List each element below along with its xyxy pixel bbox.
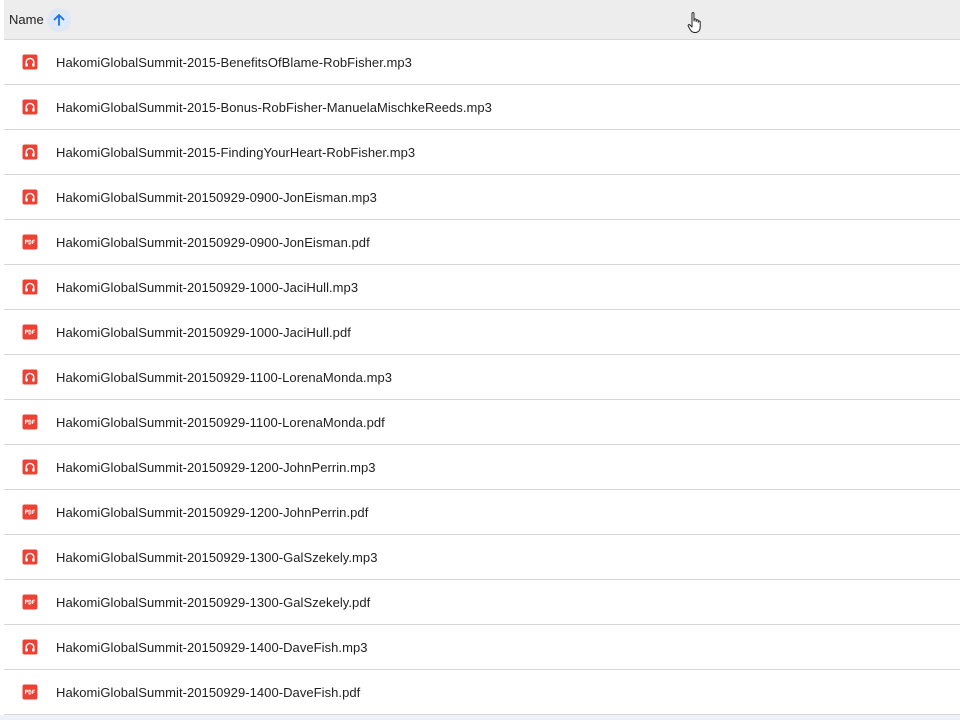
file-name: HakomiGlobalSummit-20150929-1100-LorenaM…	[56, 414, 385, 430]
arrow-up-icon	[53, 13, 65, 26]
audio-file-icon	[22, 549, 38, 565]
bottom-strip	[0, 715, 960, 720]
file-name: HakomiGlobalSummit-2015-FindingYourHeart…	[56, 144, 416, 160]
file-rows: HakomiGlobalSummit-2015-BenefitsOfBlame-…	[4, 40, 960, 715]
file-name: HakomiGlobalSummit-20150929-0900-JonEism…	[56, 234, 370, 250]
pdf-file-icon	[22, 594, 38, 610]
file-name: HakomiGlobalSummit-20150929-1200-JohnPer…	[56, 504, 369, 520]
sort-ascending-button[interactable]	[46, 7, 71, 32]
file-name: HakomiGlobalSummit-20150929-1300-GalSzek…	[56, 549, 378, 565]
list-header: Name	[4, 0, 960, 40]
file-row[interactable]: HakomiGlobalSummit-20150929-1000-JaciHul…	[4, 310, 960, 355]
file-row[interactable]: HakomiGlobalSummit-20150929-1300-GalSzek…	[4, 535, 960, 580]
pdf-file-icon	[22, 234, 38, 250]
file-row[interactable]: HakomiGlobalSummit-20150929-1400-DaveFis…	[4, 625, 960, 670]
file-row[interactable]: HakomiGlobalSummit-2015-BenefitsOfBlame-…	[4, 40, 960, 85]
file-row[interactable]: HakomiGlobalSummit-20150929-0900-JonEism…	[4, 220, 960, 265]
file-name: HakomiGlobalSummit-20150929-1100-LorenaM…	[56, 369, 393, 385]
file-row[interactable]: HakomiGlobalSummit-20150929-1200-JohnPer…	[4, 445, 960, 490]
file-name: HakomiGlobalSummit-20150929-1000-JaciHul…	[56, 324, 351, 340]
file-row[interactable]: HakomiGlobalSummit-2015-FindingYourHeart…	[4, 130, 960, 175]
audio-file-icon	[22, 189, 38, 205]
file-row[interactable]: HakomiGlobalSummit-2015-Bonus-RobFisher-…	[4, 85, 960, 130]
audio-file-icon	[22, 369, 38, 385]
file-name: HakomiGlobalSummit-20150929-1400-DaveFis…	[56, 639, 368, 655]
pdf-file-icon	[22, 324, 38, 340]
file-name: HakomiGlobalSummit-20150929-1400-DaveFis…	[56, 684, 361, 700]
name-column-label: Name	[9, 12, 44, 27]
file-name: HakomiGlobalSummit-20150929-1000-JaciHul…	[56, 279, 359, 295]
audio-file-icon	[22, 639, 38, 655]
file-row[interactable]: HakomiGlobalSummit-20150929-1100-LorenaM…	[4, 355, 960, 400]
file-name: HakomiGlobalSummit-20150929-0900-JonEism…	[56, 189, 377, 205]
file-name: HakomiGlobalSummit-2015-BenefitsOfBlame-…	[56, 54, 412, 70]
file-name: HakomiGlobalSummit-2015-Bonus-RobFisher-…	[56, 99, 492, 115]
file-row[interactable]: HakomiGlobalSummit-20150929-1200-JohnPer…	[4, 490, 960, 535]
pdf-file-icon	[22, 504, 38, 520]
hand-pointer-icon	[687, 12, 701, 33]
file-list: Name HakomiGlobalSummit-2015-BenefitsOfB…	[4, 0, 960, 720]
file-row[interactable]: HakomiGlobalSummit-20150929-0900-JonEism…	[4, 175, 960, 220]
file-row[interactable]: HakomiGlobalSummit-20150929-1400-DaveFis…	[4, 670, 960, 715]
audio-file-icon	[22, 279, 38, 295]
audio-file-icon	[22, 54, 38, 70]
pdf-file-icon	[22, 684, 38, 700]
pdf-file-icon	[22, 414, 38, 430]
file-row[interactable]: HakomiGlobalSummit-20150929-1100-LorenaM…	[4, 400, 960, 445]
audio-file-icon	[22, 99, 38, 115]
file-name: HakomiGlobalSummit-20150929-1300-GalSzek…	[56, 594, 371, 610]
name-column-header[interactable]: Name	[9, 7, 71, 32]
file-name: HakomiGlobalSummit-20150929-1200-JohnPer…	[56, 459, 376, 475]
audio-file-icon	[22, 459, 38, 475]
file-row[interactable]: HakomiGlobalSummit-20150929-1000-JaciHul…	[4, 265, 960, 310]
file-row[interactable]: HakomiGlobalSummit-20150929-1300-GalSzek…	[4, 580, 960, 625]
audio-file-icon	[22, 144, 38, 160]
